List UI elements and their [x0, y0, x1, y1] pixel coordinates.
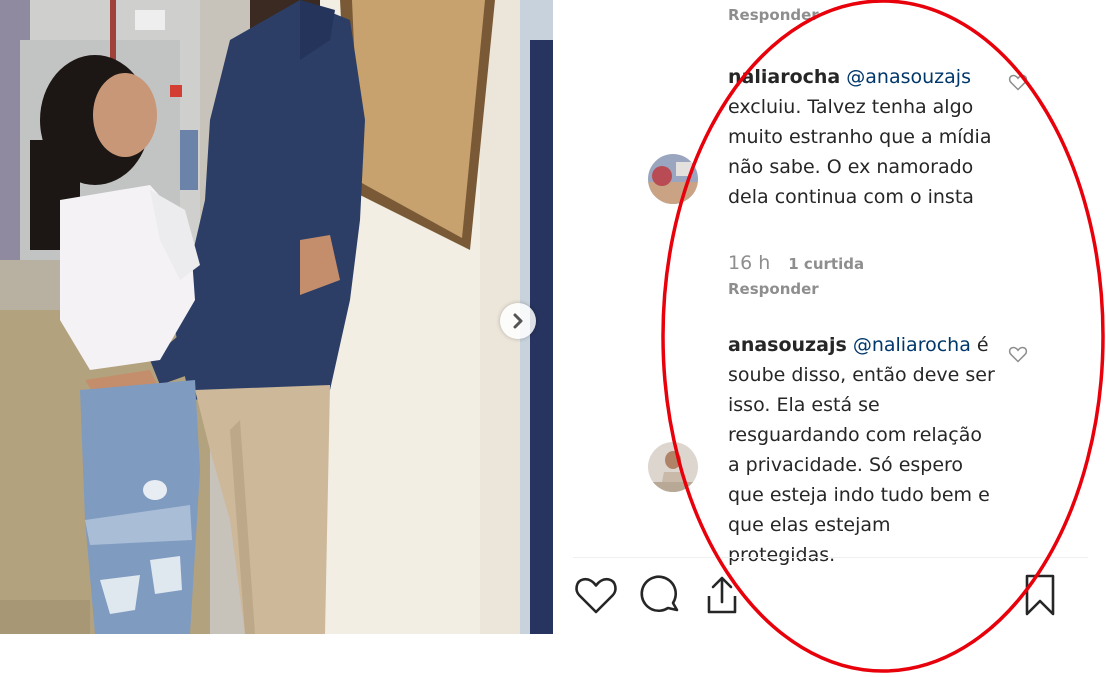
reply-link[interactable]: Responder — [728, 6, 819, 24]
comment-time: 16 h — [728, 252, 771, 274]
comment-meta: 16 h 1 curtida — [728, 252, 864, 274]
share-button[interactable] — [699, 572, 745, 618]
divider — [573, 557, 1088, 558]
comment-body: naliarocha @anasouzajs excluiu. Talvez t… — [728, 62, 998, 212]
couple-photo-illustration — [0, 0, 553, 634]
user-avatar-photo-icon — [648, 442, 698, 492]
comment-username[interactable]: naliarocha — [728, 66, 840, 88]
comment-like-button[interactable] — [1008, 344, 1028, 364]
user-avatar-photo-icon — [648, 154, 698, 204]
avatar[interactable] — [648, 154, 698, 204]
comment-text: excluiu. Talvez tenha algo muito estranh… — [728, 96, 992, 208]
post-photo — [0, 0, 553, 634]
comment-username[interactable]: anasouzajs — [728, 334, 847, 356]
reply-link[interactable]: Responder — [728, 280, 819, 298]
comment-like-button[interactable] — [1008, 72, 1028, 92]
post-action-bar — [573, 572, 1088, 622]
heart-outline-icon — [1008, 74, 1028, 91]
share-upload-icon — [707, 576, 737, 614]
comment-body: anasouzajs @naliarocha é soube disso, en… — [728, 330, 998, 570]
like-button[interactable] — [573, 572, 619, 618]
heart-outline-icon — [575, 577, 617, 614]
counts-cut-off — [581, 630, 691, 634]
comment-button[interactable] — [637, 572, 683, 618]
comment-mention[interactable]: @naliarocha — [853, 334, 971, 356]
comment-bubble-icon — [640, 575, 679, 613]
next-photo-button[interactable] — [500, 303, 536, 339]
comment-text: é soube disso, então deve ser isso. Ela … — [728, 334, 995, 566]
heart-outline-icon — [1008, 346, 1028, 363]
save-button[interactable] — [1017, 572, 1063, 618]
comments-panel: Responder naliarocha @anasouzajs excluiu… — [553, 0, 1106, 677]
avatar[interactable] — [648, 442, 698, 492]
comment-likes[interactable]: 1 curtida — [788, 255, 864, 273]
chevron-right-icon — [513, 313, 523, 329]
instagram-post-screenshot: Responder naliarocha @anasouzajs excluiu… — [0, 0, 1106, 677]
comment-mention[interactable]: @anasouzajs — [846, 66, 971, 88]
bookmark-outline-icon — [1025, 574, 1055, 616]
